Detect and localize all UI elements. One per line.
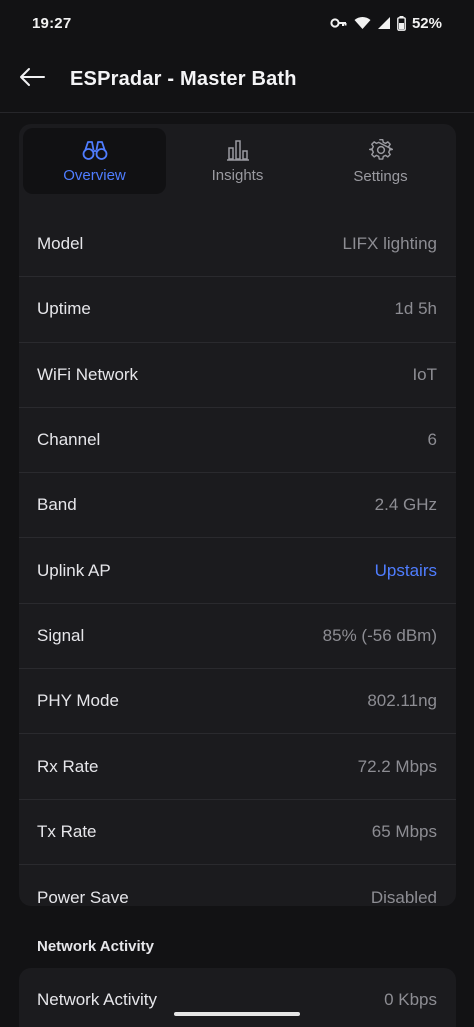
detail-label: Channel <box>37 430 101 450</box>
cell-signal-icon <box>377 16 391 30</box>
home-indicator[interactable] <box>174 1012 300 1016</box>
network-activity-row: Network Activity 0 Kbps <box>19 968 456 1027</box>
key-icon <box>330 17 348 29</box>
detail-label: Network Activity <box>37 990 157 1009</box>
bar-chart-icon <box>226 139 250 161</box>
detail-value: LIFX lighting <box>342 234 438 254</box>
arrow-left-icon <box>19 67 45 92</box>
tab-insights-label: Insights <box>211 166 264 184</box>
tab-bar: Overview Insights Settings <box>19 124 456 198</box>
battery-percent: 52% <box>411 14 442 32</box>
detail-label: Tx Rate <box>37 821 97 841</box>
detail-value: 2.4 GHz <box>374 495 437 515</box>
detail-row-uptime: Uptime 1d 5h <box>19 277 456 343</box>
detail-row-rx-rate: Rx Rate 72.2 Mbps <box>19 734 456 800</box>
detail-row-model: Model LIFX lighting <box>19 212 456 278</box>
detail-row-wifi-network: WiFi Network IoT <box>19 343 456 408</box>
detail-value: 0 Kbps <box>384 990 437 1009</box>
status-bar: 19:27 52% <box>0 0 474 46</box>
detail-row-band: Band 2.4 GHz <box>19 473 456 539</box>
status-time: 19:27 <box>32 14 72 32</box>
tab-overview-label: Overview <box>63 166 126 184</box>
detail-label: WiFi Network <box>37 364 139 384</box>
tab-overview[interactable]: Overview <box>23 128 166 194</box>
battery-icon <box>397 15 406 31</box>
binoculars-icon <box>82 139 108 161</box>
status-icons: 52% <box>330 15 442 32</box>
detail-value: 802.11ng <box>367 691 437 711</box>
detail-label: Signal <box>37 625 85 645</box>
detail-row-uplink-ap: Uplink AP Upstairs <box>19 538 456 604</box>
detail-label: Band <box>37 495 77 515</box>
wifi-icon <box>354 16 371 30</box>
detail-value: 1d 5h <box>394 299 437 319</box>
detail-value: IoT <box>412 364 437 384</box>
gear-icon <box>368 138 393 162</box>
detail-value: Disabled <box>370 887 437 906</box>
details-list: Model LIFX lighting Uptime 1d 5h WiFi Ne… <box>19 212 456 906</box>
detail-value: 6 <box>427 430 437 450</box>
network-activity-card: Network Activity 0 Kbps <box>19 968 456 1027</box>
detail-label: Rx Rate <box>37 756 99 776</box>
detail-value: 72.2 Mbps <box>357 756 437 776</box>
section-title-network-activity: Network Activity <box>37 938 154 955</box>
detail-label: Uptime <box>37 299 91 319</box>
detail-label: PHY Mode <box>37 691 119 711</box>
app-bar-divider <box>0 112 474 113</box>
tab-settings-label: Settings <box>353 167 408 185</box>
detail-value: 65 Mbps <box>371 821 437 841</box>
detail-row-channel: Channel 6 <box>19 408 456 474</box>
detail-row-tx-rate: Tx Rate 65 Mbps <box>19 800 456 865</box>
detail-row-signal: Signal 85% (-56 dBm) <box>19 604 456 670</box>
detail-row-phy-mode: PHY Mode 802.11ng <box>19 669 456 735</box>
device-details-card: Overview Insights Settings Model LIFX li… <box>19 124 456 906</box>
detail-value: 85% (-56 dBm) <box>322 625 437 645</box>
tab-settings[interactable]: Settings <box>309 128 452 194</box>
detail-row-power-save: Power Save Disabled <box>19 865 456 906</box>
uplink-ap-link[interactable]: Upstairs <box>375 561 437 581</box>
tab-insights[interactable]: Insights <box>166 128 309 194</box>
app-bar: ESPradar - Master Bath <box>0 46 474 112</box>
page-title: ESPradar - Master Bath <box>70 67 297 90</box>
detail-label: Uplink AP <box>37 560 111 580</box>
back-button[interactable] <box>0 46 64 112</box>
detail-label: Power Save <box>37 887 129 906</box>
detail-label: Model <box>37 234 84 254</box>
